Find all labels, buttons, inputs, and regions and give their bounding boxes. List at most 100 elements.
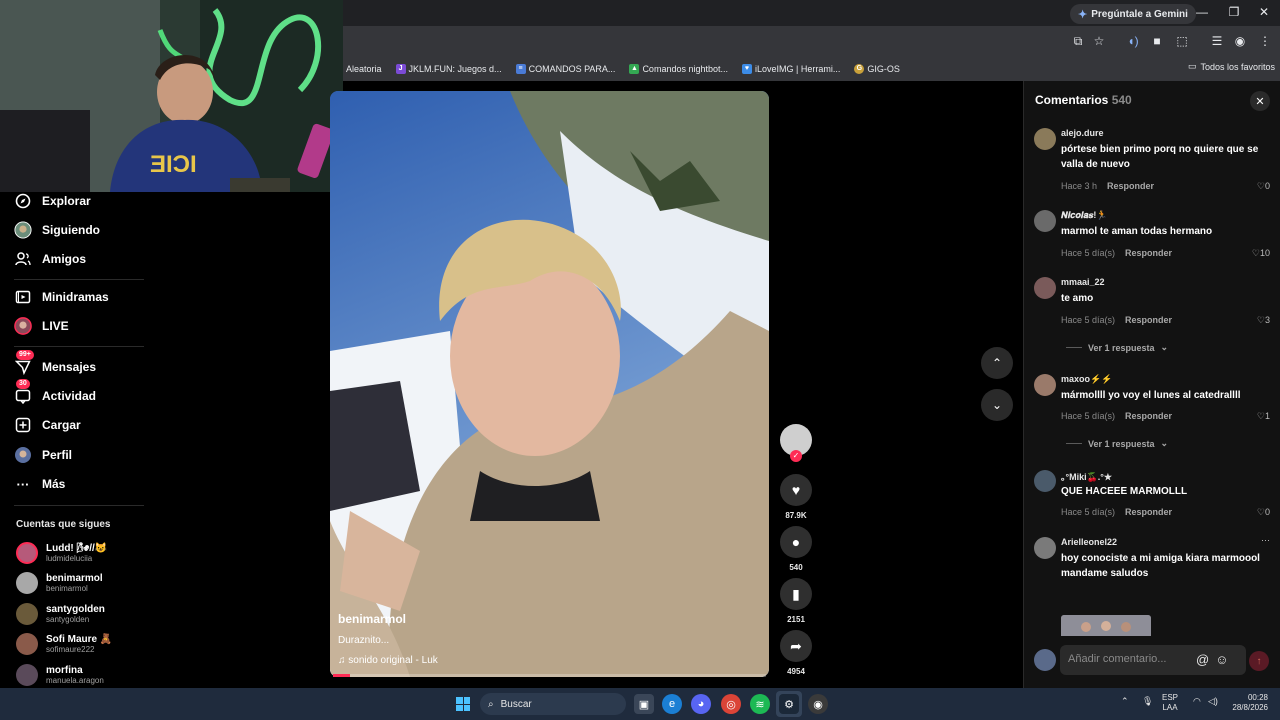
heart-outline-icon: ♡ <box>1256 315 1265 325</box>
extensions-puzzle-icon[interactable]: ⬚ <box>1174 34 1190 48</box>
reply-button[interactable]: Responder <box>1125 248 1172 258</box>
comment-avatar[interactable] <box>1034 210 1056 232</box>
nav-amigos[interactable]: Amigos <box>14 250 86 268</box>
nav-siguiendo[interactable]: Siguiendo <box>14 221 100 239</box>
heart-outline-icon: ♡ <box>1256 411 1265 421</box>
following-account[interactable]: Ludd! 🌬//😺 ludmideluciia <box>16 542 107 564</box>
comments-title: Comentarios 540 <box>1035 93 1132 107</box>
obs-icon[interactable]: ◉ <box>808 694 828 714</box>
close-window-icon[interactable]: ✕ <box>1254 5 1274 19</box>
comment-avatar[interactable] <box>1034 128 1056 150</box>
close-comments-button[interactable]: ✕ <box>1250 91 1270 111</box>
windows-start-icon[interactable] <box>456 697 470 711</box>
edge-icon[interactable]: e <box>662 694 682 714</box>
all-bookmarks[interactable]: ▭ Todos los favoritos <box>1188 61 1275 72</box>
view-replies-button[interactable]: Ver 1 respuesta ⌄ <box>1066 342 1168 353</box>
close-icon: ✕ <box>1255 95 1265 108</box>
comment-avatar[interactable] <box>1034 277 1056 299</box>
comment-like[interactable]: ♡0 <box>1257 181 1270 192</box>
bookmark-jklm[interactable]: J JKLM.FUN: Juegos d... <box>395 63 502 74</box>
bookmark-nightbot[interactable]: ▲ Comandos nightbot... <box>629 63 728 74</box>
comment-avatar[interactable] <box>1034 374 1056 396</box>
comment-button[interactable]: ● 540 <box>780 526 812 572</box>
following-account[interactable]: santygolden santygolden <box>16 603 105 625</box>
nav-live[interactable]: LIVE <box>14 317 69 335</box>
task-view-icon[interactable]: ▣ <box>634 694 654 714</box>
wifi-icon[interactable]: ◠ <box>1193 696 1201 707</box>
heart-img-icon: ♥ <box>742 63 752 74</box>
extension-dark-icon[interactable]: ■ <box>1149 34 1165 48</box>
post-comment-button[interactable]: ↑ <box>1249 651 1269 671</box>
bookmark-gigos[interactable]: G GIG-OS <box>854 63 900 74</box>
tray-overflow-icon[interactable]: ⌃ <box>1121 696 1129 707</box>
bookmark-star-icon[interactable]: ☆ <box>1091 34 1107 48</box>
video-player[interactable] <box>330 91 769 677</box>
following-account[interactable]: benimarmol benimarmol <box>16 572 103 594</box>
comment-image-attachment[interactable] <box>1061 615 1151 636</box>
webcam-image: ƎIƆI <box>0 0 343 192</box>
spotify-icon[interactable]: ≋ <box>750 694 770 714</box>
video-sound[interactable]: ♫ sonido original - Luk <box>338 655 438 666</box>
heart-outline-icon: ♡ <box>1256 507 1265 517</box>
browser-menu-icon[interactable]: ⋮ <box>1257 34 1273 48</box>
live-icon <box>14 317 32 335</box>
chevron-down-icon: ⌄ <box>1160 438 1169 448</box>
maximize-icon[interactable]: ❐ <box>1224 5 1244 19</box>
video-progress-bar[interactable] <box>333 674 766 677</box>
comment-avatar[interactable] <box>1034 537 1056 559</box>
nav-cargar[interactable]: Cargar <box>14 416 81 434</box>
save-button[interactable]: ▮ 2151 <box>780 578 812 624</box>
following-account[interactable]: Sofi Maure 🧸 sofimaure222 <box>16 633 112 655</box>
bookmark-comandos[interactable]: ≡ COMANDOS PARA... <box>515 63 615 74</box>
chevron-up-icon: ⌃ <box>991 356 1003 370</box>
following-account[interactable]: morfina manuela.aragon <box>16 664 104 686</box>
nav-actividad[interactable]: 30 Actividad <box>14 379 96 405</box>
mention-icon[interactable]: @ <box>1196 652 1209 667</box>
comment-like[interactable]: ♡3 <box>1257 315 1270 326</box>
language-indicator[interactable]: ESP LAA <box>1162 693 1178 713</box>
creator-avatar-button[interactable]: ✓ <box>780 424 812 462</box>
minimize-icon[interactable]: — <box>1192 5 1212 19</box>
chevron-down-icon: ⌄ <box>991 398 1003 412</box>
comment-avatar[interactable] <box>1034 470 1056 492</box>
comment-like[interactable]: ♡0 <box>1257 507 1270 518</box>
discord-icon[interactable]: ◕ <box>691 694 711 714</box>
bookmark-iloveimg[interactable]: ♥ iLoveIMG | Herrami... <box>742 63 840 74</box>
like-button[interactable]: ♥ 87.9K <box>780 474 812 520</box>
video-author[interactable]: benimarmol <box>338 612 406 626</box>
next-video-button[interactable]: ⌄ <box>981 389 1013 421</box>
reading-list-icon[interactable]: ☰ <box>1209 34 1225 48</box>
bookmark-aleatoria[interactable]: Aleatoria <box>346 64 382 74</box>
reply-button[interactable]: Responder <box>1107 181 1154 191</box>
nav-mas[interactable]: ··· Más <box>14 475 66 493</box>
taskbar-search[interactable]: ⌕ Buscar <box>480 693 626 715</box>
nav-mensajes[interactable]: 99+ Mensajes <box>14 350 96 376</box>
previous-video-button[interactable]: ⌃ <box>981 347 1013 379</box>
follow-check-icon: ✓ <box>790 450 802 462</box>
comment-like[interactable]: ♡1 <box>1257 411 1270 422</box>
browser-profile-icon[interactable]: ◉ <box>1232 34 1248 48</box>
reply-button[interactable]: Responder <box>1125 315 1172 325</box>
view-replies-button[interactable]: Ver 1 respuesta ⌄ <box>1066 438 1168 449</box>
nav-perfil[interactable]: Perfil <box>14 446 72 464</box>
compass-icon <box>14 192 32 210</box>
steam-icon[interactable]: ⚙ <box>779 694 799 714</box>
reply-button[interactable]: Responder <box>1125 507 1172 517</box>
account-avatar <box>16 603 38 625</box>
screen-cast-icon[interactable]: ⧉ <box>1070 34 1086 49</box>
volume-icon[interactable]: ◁) <box>1208 696 1218 707</box>
chevron-down-icon: ⌄ <box>1160 342 1169 352</box>
emoji-icon[interactable]: ☺ <box>1215 652 1228 667</box>
nav-minidramas[interactable]: Minidramas <box>14 288 109 306</box>
svg-text:ƎIƆI: ƎIƆI <box>150 151 197 178</box>
gemini-button[interactable]: ✦ Pregúntale a Gemini <box>1070 4 1196 24</box>
reply-button[interactable]: Responder <box>1125 411 1172 421</box>
extension-audio-icon[interactable]: ◖) <box>1125 34 1141 48</box>
share-button[interactable]: ➦ 4954 <box>780 630 812 676</box>
chrome-icon[interactable]: ◎ <box>721 694 741 714</box>
comment-like[interactable]: ♡10 <box>1252 248 1270 259</box>
nav-explorar[interactable]: Explorar <box>14 192 91 210</box>
taskbar-clock[interactable]: 00:28 28/8/2026 <box>1226 693 1268 713</box>
comment-more-icon[interactable]: ⋯ <box>1261 535 1270 546</box>
microphone-icon[interactable]: 🎙 <box>1142 696 1153 707</box>
